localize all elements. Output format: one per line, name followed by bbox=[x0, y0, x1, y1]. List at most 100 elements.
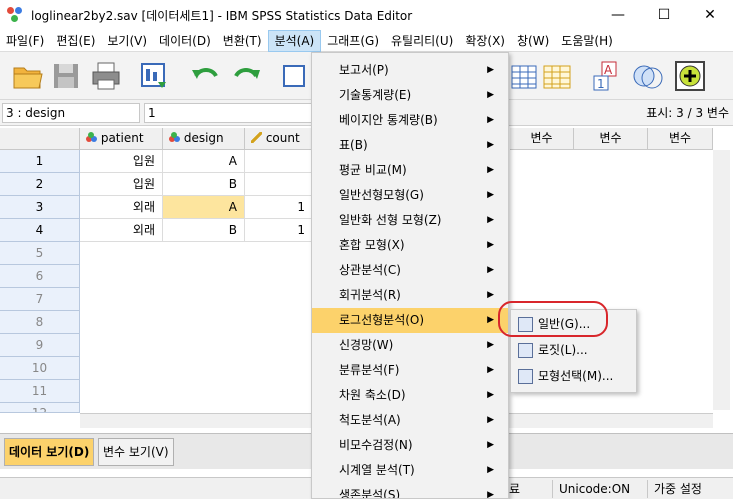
column-header-patient[interactable]: patient bbox=[80, 128, 163, 150]
recall-dialog-icon[interactable] bbox=[138, 60, 170, 92]
row-header[interactable]: 1 bbox=[0, 150, 80, 173]
data-cell-patient[interactable]: 입원 bbox=[80, 173, 163, 196]
menu-graphs[interactable]: 그래프(G) bbox=[321, 30, 385, 52]
row-header[interactable]: 2 bbox=[0, 173, 80, 196]
data-cell-count[interactable]: 1 bbox=[245, 196, 313, 219]
submenu-arrow-icon: ▶ bbox=[487, 265, 494, 275]
menu-utilities[interactable]: 유틸리티(U) bbox=[385, 30, 459, 52]
use-variable-sets-icon[interactable] bbox=[632, 60, 664, 92]
menu-edit[interactable]: 편집(E) bbox=[50, 30, 101, 52]
row-header[interactable]: 5 bbox=[0, 242, 80, 265]
value-labels-icon[interactable]: A 1 bbox=[592, 60, 624, 92]
row-header[interactable]: 4 bbox=[0, 219, 80, 242]
row-header[interactable]: 12 bbox=[0, 403, 80, 413]
row-header[interactable]: 3 bbox=[0, 196, 80, 219]
menu-item-correlate[interactable]: 상관분석(C) ▶ bbox=[312, 258, 508, 283]
tab-variable-view[interactable]: 변수 보기(V) bbox=[98, 438, 174, 466]
cell-reference-field[interactable]: 3 : design bbox=[2, 103, 140, 123]
row-header[interactable]: 9 bbox=[0, 334, 80, 357]
menu-item-bayesian[interactable]: 베이지안 통계량(B) ▶ bbox=[312, 108, 508, 133]
tab-data-view[interactable]: 데이터 보기(D) bbox=[4, 438, 95, 466]
menu-item-time-series[interactable]: 시계열 분석(T) ▶ bbox=[312, 458, 508, 483]
data-cell-design[interactable]: A bbox=[163, 150, 245, 173]
menu-item-classify[interactable]: 분류분석(F) ▶ bbox=[312, 358, 508, 383]
vertical-scrollbar[interactable] bbox=[713, 150, 730, 410]
menu-file[interactable]: 파일(F) bbox=[0, 30, 50, 52]
submenu-arrow-icon: ▶ bbox=[487, 390, 494, 400]
split-file-icon[interactable] bbox=[510, 60, 542, 92]
submenu-arrow-icon: ▶ bbox=[487, 340, 494, 350]
data-cell-patient[interactable]: 외래 bbox=[80, 196, 163, 219]
submenu-item-label: 모형선택(M)... bbox=[538, 369, 614, 383]
column-header-empty-var[interactable]: 변수 bbox=[574, 128, 648, 150]
select-cases-icon[interactable] bbox=[542, 60, 574, 92]
menu-item-label: 척도분석(A) bbox=[339, 413, 401, 427]
menu-item-scale[interactable]: 척도분석(A) ▶ bbox=[312, 408, 508, 433]
menu-help[interactable]: 도움말(H) bbox=[555, 30, 619, 52]
svg-text:1: 1 bbox=[597, 77, 605, 91]
menu-item-tables[interactable]: 표(B) ▶ bbox=[312, 133, 508, 158]
menu-item-dimension-reduction[interactable]: 차원 축소(D) ▶ bbox=[312, 383, 508, 408]
goto-case-icon[interactable] bbox=[276, 60, 308, 92]
close-button[interactable]: ✕ bbox=[687, 0, 733, 30]
column-header-empty-var[interactable]: 변수 bbox=[510, 128, 574, 150]
row-header[interactable]: 6 bbox=[0, 265, 80, 288]
menu-item-neural-networks[interactable]: 신경망(W) ▶ bbox=[312, 333, 508, 358]
menu-item-label: 비모수검정(N) bbox=[339, 438, 413, 452]
cell-value-field[interactable]: 1 bbox=[144, 103, 314, 123]
submenu-arrow-icon: ▶ bbox=[487, 290, 494, 300]
menu-window[interactable]: 창(W) bbox=[511, 30, 555, 52]
minimize-button[interactable]: — bbox=[595, 0, 641, 30]
data-cell-patient[interactable]: 외래 bbox=[80, 219, 163, 242]
menu-item-glm[interactable]: 일반선형모형(G) ▶ bbox=[312, 183, 508, 208]
add-customize-icon[interactable] bbox=[674, 60, 706, 92]
menu-item-label: 혼합 모형(X) bbox=[339, 238, 405, 252]
print-icon[interactable] bbox=[90, 60, 122, 92]
menu-item-loglinear[interactable]: 로그선형분석(O) ▶ bbox=[312, 308, 508, 333]
corner-header[interactable] bbox=[0, 128, 80, 150]
data-cell-count[interactable] bbox=[245, 173, 313, 196]
variable-count-label: 표시: 3 / 3 변수 bbox=[646, 106, 729, 120]
menu-item-regression[interactable]: 회귀분석(R) ▶ bbox=[312, 283, 508, 308]
data-cell-count[interactable] bbox=[245, 150, 313, 173]
row-header[interactable]: 10 bbox=[0, 357, 80, 380]
data-cell-design[interactable]: B bbox=[163, 219, 245, 242]
scale-icon bbox=[251, 132, 262, 143]
menu-item-survival[interactable]: 생존분석(S) ▶ bbox=[312, 483, 508, 498]
column-header-empty-var[interactable]: 변수 bbox=[648, 128, 713, 150]
submenu-arrow-icon: ▶ bbox=[487, 415, 494, 425]
row-header[interactable]: 7 bbox=[0, 288, 80, 311]
menu-view[interactable]: 보기(V) bbox=[101, 30, 153, 52]
column-header-design[interactable]: design bbox=[163, 128, 245, 150]
row-header[interactable]: 8 bbox=[0, 311, 80, 334]
data-cell-count[interactable]: 1 bbox=[245, 219, 313, 242]
submenu-item-model-selection[interactable]: 모형선택(M)... bbox=[511, 364, 636, 389]
svg-text:A: A bbox=[604, 63, 613, 77]
menu-item-label: 시계열 분석(T) bbox=[339, 463, 415, 477]
menu-item-mixed-models[interactable]: 혼합 모형(X) ▶ bbox=[312, 233, 508, 258]
data-cell-design-selected[interactable]: A bbox=[163, 196, 245, 219]
menu-item-reports[interactable]: 보고서(P) ▶ bbox=[312, 58, 508, 83]
menu-analyze[interactable]: 분석(A) bbox=[267, 29, 322, 52]
menu-item-descriptive[interactable]: 기술통계량(E) ▶ bbox=[312, 83, 508, 108]
menu-item-nonparametric[interactable]: 비모수검정(N) ▶ bbox=[312, 433, 508, 458]
data-cell-design[interactable]: B bbox=[163, 173, 245, 196]
submenu-arrow-icon: ▶ bbox=[487, 115, 494, 125]
save-icon[interactable] bbox=[50, 60, 82, 92]
undo-icon[interactable] bbox=[190, 60, 222, 92]
menu-extensions[interactable]: 확장(X) bbox=[459, 30, 511, 52]
data-cell-patient[interactable]: 입원 bbox=[80, 150, 163, 173]
menu-data[interactable]: 데이터(D) bbox=[153, 30, 217, 52]
menu-item-compare-means[interactable]: 평균 비교(M) ▶ bbox=[312, 158, 508, 183]
open-folder-icon[interactable] bbox=[12, 60, 44, 92]
menu-bar: 파일(F) 편집(E) 보기(V) 데이터(D) 변환(T) 분석(A) 그래프… bbox=[0, 29, 733, 52]
menu-transform[interactable]: 변환(T) bbox=[217, 30, 268, 52]
column-header-count[interactable]: count bbox=[245, 128, 313, 150]
submenu-item-logit[interactable]: 로짓(L)... bbox=[511, 338, 636, 363]
row-header[interactable]: 11 bbox=[0, 380, 80, 403]
menu-item-generalized-linear[interactable]: 일반화 선형 모형(Z) ▶ bbox=[312, 208, 508, 233]
redo-icon[interactable] bbox=[230, 60, 262, 92]
analyze-menu: 보고서(P) ▶ 기술통계량(E) ▶ 베이지안 통계량(B) ▶ 표(B) ▶ 평균 … bbox=[311, 52, 509, 499]
submenu-item-label: 로짓(L)... bbox=[538, 343, 588, 357]
maximize-button[interactable]: ☐ bbox=[641, 0, 687, 30]
